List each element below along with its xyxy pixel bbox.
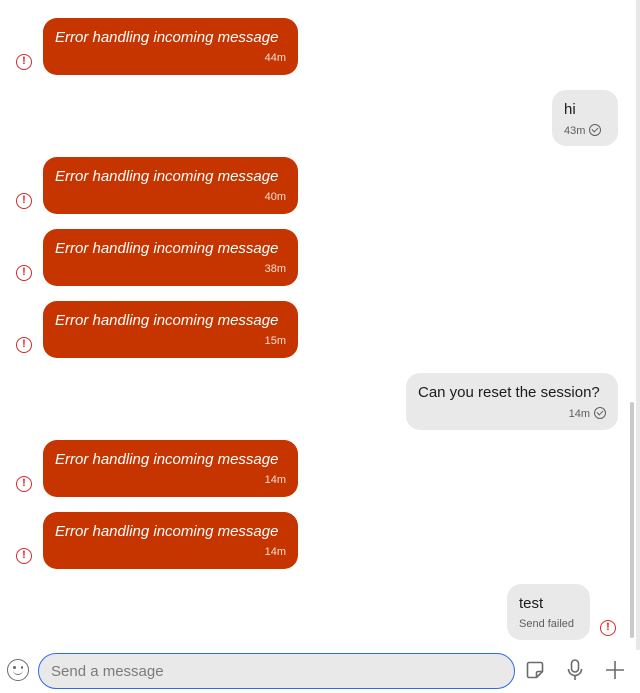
- message-timestamp: 15m: [264, 335, 286, 347]
- message-timestamp: 44m: [264, 52, 286, 64]
- error-icon[interactable]: !: [16, 548, 32, 564]
- window-edge: [636, 0, 640, 650]
- message-bubble[interactable]: Error handling incoming message 14m: [43, 440, 298, 497]
- message-timestamp: 14m: [264, 546, 286, 558]
- message-text: Error handling incoming message: [55, 312, 279, 329]
- conversation-window: ! Error handling incoming message 44m hi…: [0, 0, 640, 693]
- message-text: Error handling incoming message: [55, 523, 279, 540]
- check-circle-icon: [589, 124, 602, 136]
- message-meta: 14m: [418, 407, 606, 421]
- message-input[interactable]: [38, 653, 515, 689]
- error-icon[interactable]: !: [16, 337, 32, 353]
- message-bubble[interactable]: Error handling incoming message 38m: [43, 229, 298, 286]
- send-failed-label: Send failed: [519, 618, 575, 630]
- message-bubble[interactable]: Error handling incoming message 14m: [43, 512, 298, 569]
- message-timestamp: 43m: [564, 125, 586, 137]
- message-timestamp: 38m: [264, 263, 286, 275]
- error-icon[interactable]: !: [16, 476, 32, 492]
- message-bubble[interactable]: hi 43m: [552, 90, 618, 146]
- plus-icon[interactable]: [605, 660, 625, 680]
- sticker-icon[interactable]: [525, 660, 545, 680]
- message-bubble[interactable]: Error handling incoming message 40m: [43, 157, 298, 214]
- message-timestamp: 14m: [568, 408, 590, 420]
- message-bubble[interactable]: Can you reset the session? 14m: [406, 373, 618, 430]
- error-icon[interactable]: !: [16, 193, 32, 209]
- message-timestamp: 14m: [264, 474, 286, 486]
- scrollbar[interactable]: [630, 402, 634, 638]
- message-text: Error handling incoming message: [55, 240, 279, 257]
- message-text: hi: [564, 101, 576, 118]
- error-icon[interactable]: !: [16, 54, 32, 70]
- message-bubble[interactable]: test Send failed: [507, 584, 590, 640]
- message-text: Error handling incoming message: [55, 451, 279, 468]
- error-icon[interactable]: !: [600, 620, 616, 636]
- emoji-icon[interactable]: [7, 659, 29, 681]
- message-text: test: [519, 595, 544, 612]
- check-circle-icon: [594, 407, 606, 419]
- message-text: Can you reset the session?: [418, 384, 600, 401]
- message-bubble[interactable]: Error handling incoming message 15m: [43, 301, 298, 358]
- message-composer: [0, 650, 640, 693]
- message-text: Error handling incoming message: [55, 29, 279, 46]
- message-thread[interactable]: ! Error handling incoming message 44m hi…: [0, 0, 636, 650]
- message-timestamp: 40m: [264, 191, 286, 203]
- error-icon[interactable]: !: [16, 265, 32, 281]
- message-meta: 43m: [564, 124, 606, 138]
- message-text: Error handling incoming message: [55, 168, 279, 185]
- microphone-icon[interactable]: [566, 659, 584, 681]
- message-bubble[interactable]: Error handling incoming message 44m: [43, 18, 298, 75]
